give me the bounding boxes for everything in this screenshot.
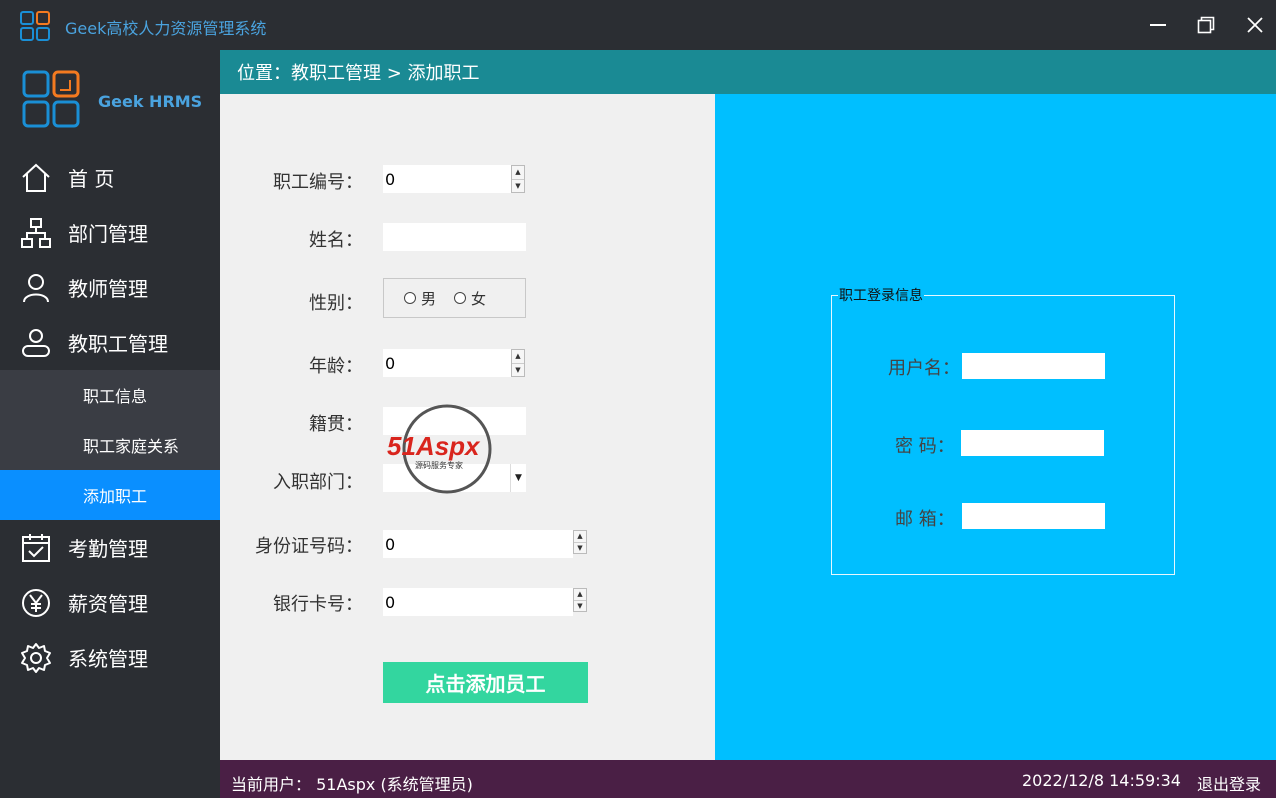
login-info-panel: 职工登录信息 用户名： 密 码： 邮 箱： bbox=[715, 94, 1276, 760]
spin-up-icon[interactable]: ▲ bbox=[574, 589, 586, 601]
status-bar: 当前用户： 51Aspx (系统管理员) 2022/12/8 14:59:34 … bbox=[220, 760, 1276, 798]
restore-icon bbox=[1197, 16, 1215, 34]
sidebar: Geek HRMS 首 页 部门管理 教师管理 教职工管理 职工信息 职工家庭关… bbox=[0, 50, 220, 798]
add-staff-form: 职工编号： ▲▼ 姓名： 性别： 男 女 年龄： ▲▼ 籍贯： 入职部门： ▼ … bbox=[220, 94, 715, 760]
home-icon bbox=[18, 160, 54, 196]
spin-down-icon[interactable]: ▼ bbox=[574, 543, 586, 554]
age-label: 年龄： bbox=[309, 356, 363, 377]
username-label: 用户名： bbox=[888, 358, 960, 379]
breadcrumb: 位置：教职工管理 > 添加职工 bbox=[220, 50, 1276, 94]
minimize-button[interactable] bbox=[1143, 10, 1173, 40]
sidebar-item-system[interactable]: 系统管理 bbox=[0, 630, 220, 685]
id-number-label: 身份证号码： bbox=[255, 536, 363, 557]
sidebar-item-salary[interactable]: 薪资管理 bbox=[0, 575, 220, 630]
gender-label: 性别： bbox=[309, 293, 363, 314]
sidebar-item-home[interactable]: 首 页 bbox=[0, 150, 220, 205]
logout-link[interactable]: 退出登录 bbox=[1197, 771, 1261, 795]
subitem-staff-family[interactable]: 职工家庭关系 bbox=[0, 420, 220, 470]
name-input[interactable] bbox=[383, 223, 526, 251]
user-outline-icon bbox=[18, 325, 54, 361]
spin-down-icon[interactable]: ▼ bbox=[512, 364, 524, 377]
hometown-label: 籍贯： bbox=[309, 414, 363, 435]
sidebar-item-label: 教师管理 bbox=[68, 277, 148, 301]
current-user: 当前用户： 51Aspx (系统管理员) bbox=[231, 775, 473, 794]
radio-label: 男 bbox=[421, 289, 437, 308]
window-title: Geek高校人力资源管理系统 bbox=[65, 19, 267, 38]
radio-circle[interactable] bbox=[404, 292, 416, 304]
yen-icon bbox=[18, 585, 54, 621]
subitem-label: 职工信息 bbox=[83, 387, 148, 406]
sidebar-item-label: 系统管理 bbox=[68, 647, 148, 671]
gender-group: 男 女 bbox=[383, 278, 526, 318]
bank-card-label: 银行卡号： bbox=[273, 594, 363, 615]
age-input[interactable] bbox=[383, 349, 511, 377]
sidebar-item-teachers[interactable]: 教师管理 bbox=[0, 260, 220, 315]
radio-label: 女 bbox=[471, 289, 487, 308]
spin-up-icon[interactable]: ▲ bbox=[512, 166, 524, 180]
bank-card-stepper[interactable]: ▲ ▼ bbox=[573, 588, 587, 612]
breadcrumb-text: 位置：教职工管理 > 添加职工 bbox=[237, 63, 480, 84]
calendar-check-icon bbox=[18, 530, 54, 566]
sidebar-item-label: 部门管理 bbox=[68, 222, 148, 246]
subitem-staff-info[interactable]: 职工信息 bbox=[0, 370, 220, 420]
chevron-down-icon[interactable]: ▼ bbox=[510, 464, 526, 492]
spin-up-icon[interactable]: ▲ bbox=[574, 531, 586, 543]
bank-card-input[interactable] bbox=[383, 588, 573, 616]
subitem-label: 职工家庭关系 bbox=[83, 437, 180, 456]
sidebar-item-label: 薪资管理 bbox=[68, 592, 148, 616]
email-label: 邮 箱： bbox=[895, 509, 955, 530]
brand-logo-icon bbox=[22, 70, 80, 128]
gender-male-radio[interactable]: 男 bbox=[404, 288, 436, 309]
login-info-groupbox: 职工登录信息 用户名： 密 码： 邮 箱： bbox=[831, 285, 1175, 575]
close-button[interactable] bbox=[1240, 10, 1270, 40]
minimize-icon bbox=[1150, 24, 1166, 26]
sidebar-item-staff[interactable]: 教职工管理 bbox=[0, 315, 220, 370]
sidebar-item-department[interactable]: 部门管理 bbox=[0, 205, 220, 260]
staff-id-stepper[interactable]: ▲ ▼ bbox=[511, 165, 525, 193]
department-label: 入职部门： bbox=[273, 472, 363, 493]
username-input[interactable] bbox=[962, 353, 1105, 379]
sidebar-item-label: 教职工管理 bbox=[68, 332, 168, 356]
current-datetime: 2022/12/8 14:59:34 bbox=[1022, 771, 1181, 790]
watermark-brand: 51Aspx bbox=[387, 431, 481, 461]
gear-icon bbox=[18, 640, 54, 676]
name-label: 姓名： bbox=[309, 230, 363, 251]
subitem-label: 添加职工 bbox=[83, 487, 148, 506]
spin-down-icon[interactable]: ▼ bbox=[512, 180, 524, 193]
sidebar-item-attendance[interactable]: 考勤管理 bbox=[0, 520, 220, 575]
watermark-logo: 51Aspx 源码服务专家 bbox=[387, 404, 492, 494]
subitem-add-staff[interactable]: 添加职工 bbox=[0, 470, 220, 520]
staff-id-label: 职工编号： bbox=[273, 172, 363, 193]
watermark-tagline: 源码服务专家 bbox=[415, 460, 463, 470]
maximize-button[interactable] bbox=[1191, 10, 1221, 40]
close-icon bbox=[1247, 17, 1263, 33]
brand-name: Geek HRMS bbox=[98, 92, 203, 111]
app-logo-icon bbox=[20, 11, 50, 41]
user-icon bbox=[18, 270, 54, 306]
login-info-legend: 职工登录信息 bbox=[838, 285, 924, 305]
sidebar-item-label: 首 页 bbox=[68, 167, 115, 191]
spin-down-icon[interactable]: ▼ bbox=[574, 601, 586, 612]
password-label: 密 码： bbox=[895, 436, 955, 457]
id-number-input[interactable] bbox=[383, 530, 573, 558]
title-bar: Geek高校人力资源管理系统 bbox=[0, 0, 1276, 50]
spin-up-icon[interactable]: ▲ bbox=[512, 350, 524, 364]
sidebar-item-label: 考勤管理 bbox=[68, 537, 148, 561]
radio-circle[interactable] bbox=[454, 292, 467, 304]
brand: Geek HRMS bbox=[0, 50, 220, 150]
age-stepper[interactable]: ▲ ▼ bbox=[511, 349, 525, 377]
email-input[interactable] bbox=[962, 503, 1105, 529]
gender-female-radio[interactable]: 女 bbox=[454, 288, 486, 309]
staff-id-input[interactable] bbox=[383, 165, 511, 193]
add-staff-button[interactable]: 点击添加员工 bbox=[383, 662, 588, 703]
org-chart-icon bbox=[18, 215, 54, 251]
id-number-stepper[interactable]: ▲ ▼ bbox=[573, 530, 587, 554]
password-input[interactable] bbox=[961, 430, 1104, 456]
